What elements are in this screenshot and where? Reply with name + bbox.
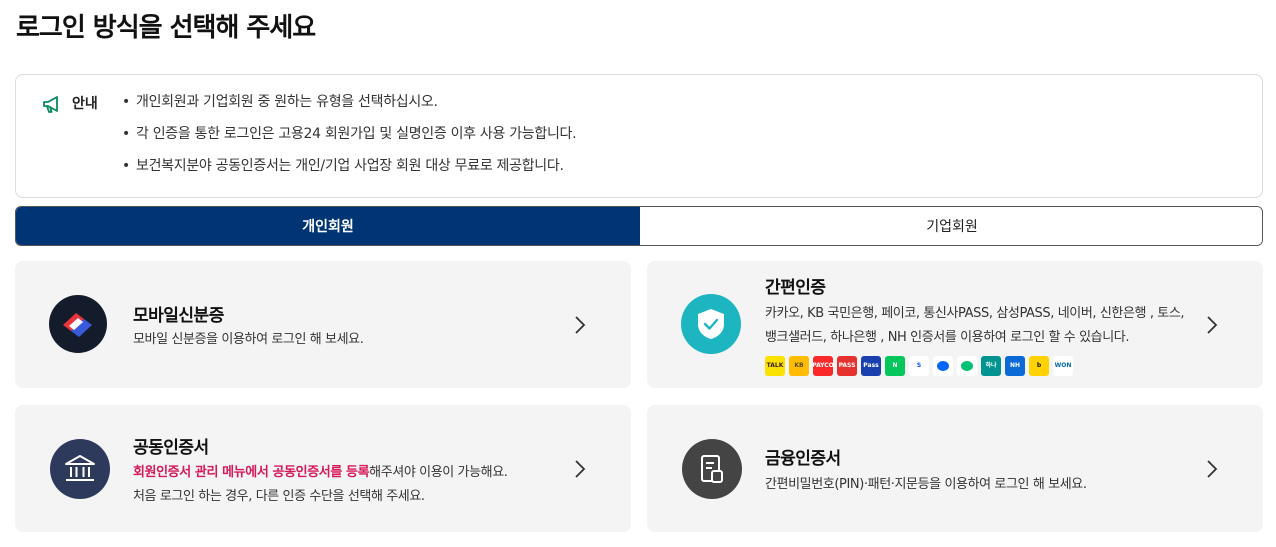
samsung-pass-logo-icon: Pass (861, 356, 881, 376)
kb-logo-icon: KB (789, 356, 809, 376)
notice-item: 보건복지분야 공동인증서는 개인/기업 사업장 회원 대상 무료로 제공합니다. (122, 156, 576, 176)
provider-logos: TALK KB PAYCO PASS Pass N S 하나 NH b WON (765, 356, 1073, 376)
simple-auth-title: 간편인증 (765, 278, 826, 298)
mobile-id-title: 모바일신분증 (133, 306, 224, 326)
notice-label: 안내 (72, 96, 98, 112)
notice-item: 각 인증을 통한 로그인은 고용24 회원가입 및 실명인증 이후 사용 가능합… (122, 124, 577, 144)
chevron-right-icon (1207, 460, 1218, 478)
chevron-right-icon (1207, 316, 1218, 334)
joint-cert-desc-line2: 처음 로그인 하는 경우, 다른 인증 수단을 선택해 주세요. (133, 489, 425, 504)
shield-check-icon (681, 294, 741, 354)
nh-logo-icon: NH (1005, 356, 1025, 376)
financial-cert-title: 금융인증서 (765, 449, 841, 469)
joint-cert-desc-line1: 회원인증서 관리 메뉴에서 공동인증서를 등록해주셔야 이용이 가능해요. (133, 461, 508, 484)
joint-cert-desc-rest: 해주셔야 이용이 가능해요. (369, 465, 508, 480)
page-title: 로그인 방식을 선택해 주세요 (16, 13, 316, 43)
simple-auth-desc-line2: 뱅크샐러드, 하나은행 , NH 인증서를 이용하여 로그인 할 수 있습니다. (765, 330, 1130, 345)
mobile-id-login-card[interactable]: 모바일신분증 모바일 신분증을 이용하여 로그인 해 보세요. (15, 261, 631, 388)
bank-building-icon (50, 439, 110, 499)
simple-auth-desc-line1: 카카오, KB 국민은행, 페이코, 통신사PASS, 삼성PASS, 네이버,… (765, 306, 1185, 321)
financial-cert-desc: 간편비밀번호(PIN)·패턴·지문등을 이용하여 로그인 해 보세요. (765, 477, 1087, 492)
simple-auth-login-card[interactable]: 간편인증 카카오, KB 국민은행, 페이코, 통신사PASS, 삼성PASS,… (647, 261, 1263, 388)
financial-cert-login-card[interactable]: 금융인증서 간편비밀번호(PIN)·패턴·지문등을 이용하여 로그인 해 보세요… (647, 405, 1263, 532)
document-icon (682, 439, 742, 499)
member-type-tabs: 개인회원 기업회원 (15, 206, 1263, 246)
mobile-id-desc: 모바일 신분증을 이용하여 로그인 해 보세요. (133, 332, 364, 347)
joint-cert-register-notice: 회원인증서 관리 메뉴에서 공동인증서를 등록 (133, 465, 370, 480)
toss-logo-icon (933, 356, 953, 376)
pass-logo-icon: PASS (837, 356, 857, 376)
kakao-logo-icon: TALK (765, 356, 785, 376)
kbank-logo-icon: b (1029, 356, 1049, 376)
notice-item: 개인회원과 기업회원 중 원하는 유형을 선택하십시오. (122, 92, 576, 112)
chevron-right-icon (575, 316, 586, 334)
tab-personal-member[interactable]: 개인회원 (16, 207, 640, 245)
joint-cert-title: 공동인증서 (133, 438, 209, 458)
hana-logo-icon: 하나 (981, 356, 1001, 376)
payco-logo-icon: PAYCO (813, 356, 833, 376)
megaphone-icon (43, 96, 58, 113)
woori-logo-icon: WON (1053, 356, 1073, 376)
naver-logo-icon: N (885, 356, 905, 376)
tab-corporate-member[interactable]: 기업회원 (640, 207, 1262, 245)
notice-list: 개인회원과 기업회원 중 원하는 유형을 선택하십시오. 각 인증을 통한 로그… (122, 92, 577, 188)
banksalad-logo-icon (957, 356, 977, 376)
mobile-id-logo-icon (49, 295, 107, 353)
notice-box: 안내 개인회원과 기업회원 중 원하는 유형을 선택하십시오. 각 인증을 통한… (15, 74, 1263, 198)
shinhan-logo-icon: S (909, 356, 929, 376)
chevron-right-icon (575, 460, 586, 478)
joint-cert-login-card[interactable]: 공동인증서 회원인증서 관리 메뉴에서 공동인증서를 등록해주셔야 이용이 가능… (15, 405, 631, 532)
